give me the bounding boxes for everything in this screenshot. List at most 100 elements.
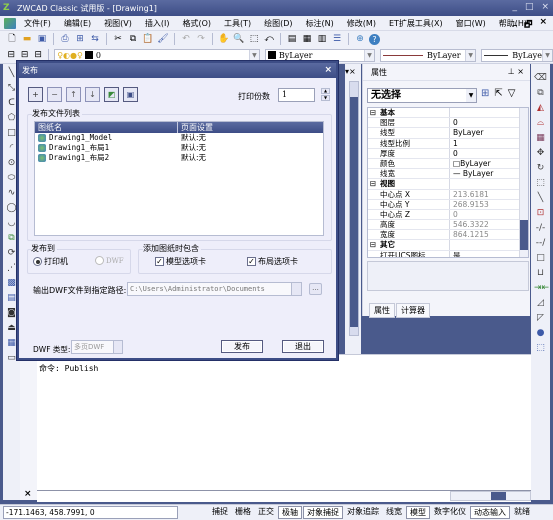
property-row[interactable]: 线型 ByLayer [368,128,528,139]
property-row[interactable]: 打开UCS图标是 [368,250,528,257]
add-sheets-icon[interactable]: + [28,87,43,102]
pan-hand-icon[interactable]: ✋ [218,33,230,45]
layer-dropdown[interactable]: ♀◐●♀ 0 ▼ [54,48,260,62]
redo-icon[interactable]: ↷ [195,33,207,45]
property-value[interactable] [450,240,528,249]
property-category[interactable]: ⊟ 基本 [368,108,528,119]
property-value[interactable]: 0 [450,118,528,127]
edit-polyline-icon[interactable]: ⬚ [534,342,547,355]
property-value[interactable] [450,108,528,117]
explode-icon[interactable]: ● [534,327,547,340]
property-value[interactable]: □ByLayer [450,159,528,168]
offset-icon[interactable]: ⌓ [534,117,547,130]
status-toggle[interactable]: 正交 [255,506,277,519]
fillet-round-icon[interactable]: ◸ [534,312,547,325]
properties-scrollbar[interactable] [519,108,528,257]
paste-icon[interactable]: 📋 [142,33,154,45]
status-toggle[interactable]: 栅格 [232,506,254,519]
drawing-scrollbar[interactable]: ▾× [345,64,361,354]
stretch-icon[interactable]: ╲ [534,192,547,205]
copies-input[interactable]: 1 [278,88,315,102]
radio-dwf[interactable]: DWF [95,256,124,265]
break-icon[interactable]: --/ [534,237,547,250]
collapse-icon[interactable]: ⊟ [368,179,378,188]
print-icon[interactable]: ⎙ [59,33,71,45]
spin-down-icon[interactable]: ▼ [321,95,330,101]
status-toggle[interactable]: 线宽 [383,506,405,519]
status-toggle[interactable]: 动态输入 [470,506,510,519]
status-toggle[interactable]: 模型 [406,506,430,519]
property-value[interactable]: ByLayer [450,128,528,137]
menu-file[interactable]: 文件(F) [24,18,51,29]
sheet-row[interactable]: Drawing1_布局2 默认:无 [35,153,323,163]
checkbox-model-tab[interactable]: ✓ 模型选项卡 [155,256,206,267]
collapse-icon[interactable]: ⊟ [368,240,378,249]
property-row[interactable]: 图层 0 [368,118,528,129]
property-value[interactable]: 546.3322 [450,220,528,229]
maximize-button[interactable]: □ [525,2,534,12]
status-toggle[interactable]: 对象捕捉 [303,506,343,519]
property-row[interactable]: 宽度 864.1215 [368,230,528,241]
toggle-pickadd-icon[interactable]: ⊞ [481,88,489,99]
dialog-close-button[interactable]: × [324,63,332,78]
save-icon[interactable]: ▣ [36,33,48,45]
column-page-setup[interactable]: 页面设置 [178,122,213,133]
quick-select-icon[interactable]: ▽ [508,88,516,99]
menu-edit[interactable]: 编辑(E) [64,18,91,29]
path-input[interactable]: C:\Users\Administrator\Documents [127,282,302,296]
column-sheet-name[interactable]: 图纸名 [35,122,178,133]
print-preview-icon[interactable]: ⊞ [74,33,86,45]
chamfer-icon[interactable]: ⇥⇤ [534,282,549,295]
panel-menu-close[interactable]: ▾× [345,67,361,76]
menu-tools[interactable]: 工具(T) [224,18,251,29]
zoom-window-icon[interactable]: ⬚ [248,33,260,45]
menu-modify[interactable]: 修改(M) [347,18,376,29]
property-value[interactable]: 213.6181 [450,190,528,199]
pin-close-icon[interactable]: ⊥ × [508,67,524,76]
property-row[interactable]: 颜色 □ByLayer [368,158,528,170]
rotate-icon[interactable]: ↻ [534,162,547,175]
menu-view[interactable]: 视图(V) [104,18,132,29]
menu-draw[interactable]: 绘图(D) [264,18,292,29]
sheet-list[interactable]: 图纸名 页面设置 Drawing1_Model 默认:无 Drawing1_布局1 默… [34,121,324,236]
save-list-icon[interactable]: ▣ [123,87,138,102]
document-icon[interactable] [4,17,16,29]
cut-icon[interactable]: ✂ [112,33,124,45]
minimize-button[interactable]: _ [512,2,517,12]
select-objects-icon[interactable]: ⇱ [494,88,502,99]
layer-manager-icon[interactable]: ⊟ [6,49,16,61]
erase-icon[interactable]: ⌫ [534,72,547,85]
browse-button[interactable]: ... [309,283,322,295]
move-down-icon[interactable]: ↓ [85,87,100,102]
status-toggle[interactable]: 捕捉 [209,506,231,519]
command-close-icon[interactable]: × [24,489,32,499]
design-center-icon[interactable]: ▦ [301,33,313,45]
fillet-icon[interactable]: ◿ [534,297,547,310]
status-toggle[interactable]: 就绪 [511,506,533,519]
zoom-realtime-icon[interactable]: 🔍 [233,33,245,45]
property-row[interactable]: 中心点 Z0 [368,209,528,221]
property-row[interactable]: 线型比例 1 [368,138,528,149]
tab-calculator[interactable]: 计算器 [396,303,430,318]
property-category[interactable]: ⊟ 视图 [368,179,528,190]
copy-object-icon[interactable]: ⧉ [534,87,547,100]
property-row[interactable]: 中心点 Y 268.9153 [368,199,528,210]
menu-dimension[interactable]: 标注(N) [306,18,334,29]
trim-icon[interactable]: ⊡ [534,207,547,220]
move-up-icon[interactable]: ↑ [66,87,81,102]
layer-state-icon[interactable]: ⊟ [19,49,29,61]
mirror-icon[interactable]: ◭ [534,102,547,115]
extend-icon[interactable]: -/- [534,222,547,235]
property-row[interactable]: 高度 546.3322 [368,220,528,231]
linetype-dropdown[interactable]: ByLayer ▼ [380,48,477,62]
menu-format[interactable]: 格式(O) [182,18,211,29]
find-icon[interactable]: ⊕ [354,33,366,45]
status-toggle[interactable]: 数字化仪 [431,506,469,519]
spin-up-icon[interactable]: ▲ [321,88,330,94]
property-row[interactable]: 中心点 X 213.6181 [368,189,528,200]
close-button[interactable]: × [541,2,549,12]
array-icon[interactable]: ▦ [534,132,547,145]
layer-previous-icon[interactable]: ⊟ [33,49,43,61]
publish-button[interactable]: 发布 [221,340,263,353]
status-toggle[interactable]: 极轴 [278,506,302,519]
